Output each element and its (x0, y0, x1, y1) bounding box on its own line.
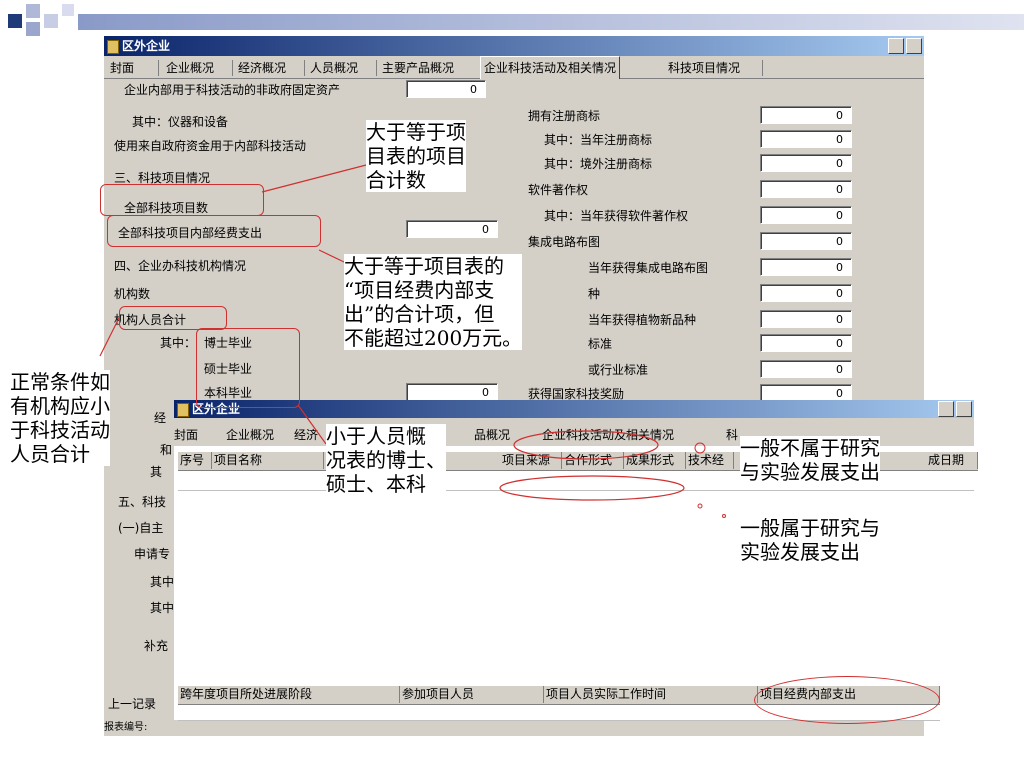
callout-project-count: 大于等于项 目表的项目 合计数 (366, 120, 466, 192)
callout-project-expenditure: 大于等于项目表的 “项目经费内部支 出”的合计项，但 不能超过200万元。 (344, 254, 523, 350)
annotation-lines (99, 163, 726, 518)
callout-degrees: 小于人员慨 况表的博士、 硕士、本科 (326, 424, 446, 496)
callout-is-rd: 一般属于研究与 实验发展支出 (740, 516, 880, 564)
callout-institution-staff: 正常条件如 有机构应小 于科技活动 人员合计 (10, 370, 110, 466)
callout-not-rd: 一般不属于研究 与实验发展支出 (740, 436, 880, 484)
